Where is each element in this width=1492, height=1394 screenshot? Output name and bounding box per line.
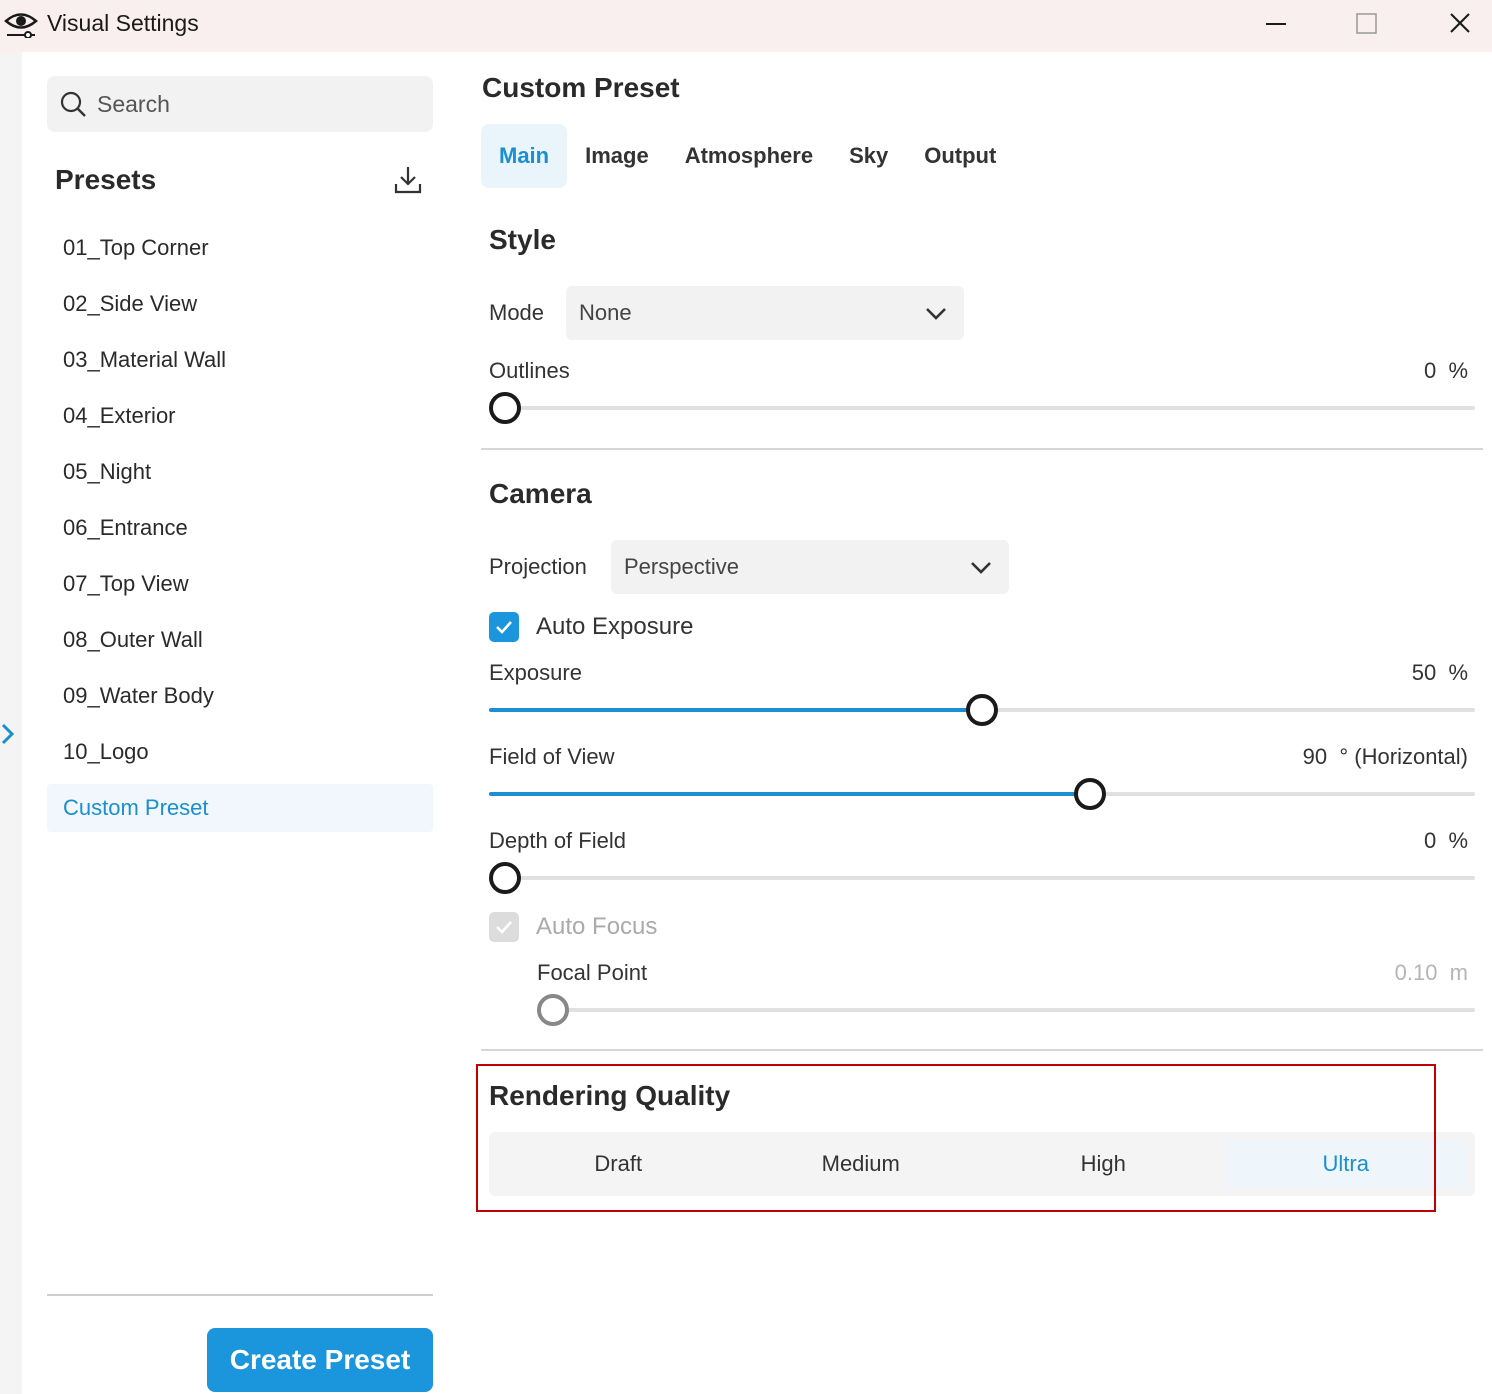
sidebar: Search Presets 01_Top Corner 02_Side Vie… bbox=[22, 52, 458, 1394]
highlight-outline bbox=[476, 1064, 1436, 1212]
preset-item[interactable]: 07_Top View bbox=[47, 556, 433, 612]
slider-handle[interactable] bbox=[1074, 778, 1107, 810]
tab-main[interactable]: Main bbox=[481, 124, 568, 188]
focal-number: 0.10 bbox=[1394, 960, 1438, 985]
fov-label: Field of View bbox=[489, 744, 615, 769]
slider-handle[interactable] bbox=[537, 994, 569, 1026]
tab-output[interactable]: Output bbox=[906, 124, 1014, 188]
maximize-icon[interactable] bbox=[1347, 6, 1387, 42]
chevron-down-icon bbox=[926, 308, 946, 320]
focal-unit: m bbox=[1449, 960, 1468, 985]
slider-handle[interactable] bbox=[489, 862, 521, 894]
settings-panel: Custom Preset Main Image Atmosphere Sky … bbox=[458, 52, 1492, 1394]
title-bar: Visual Settings bbox=[0, 0, 1492, 52]
outlines-label: Outlines bbox=[489, 358, 570, 383]
preset-item[interactable]: 03_Material Wall bbox=[47, 332, 433, 388]
mode-value: None bbox=[579, 300, 632, 325]
exposure-unit: % bbox=[1448, 660, 1468, 685]
tab-atmosphere[interactable]: Atmosphere bbox=[667, 124, 831, 188]
outlines-unit: % bbox=[1448, 358, 1468, 383]
chevron-right-icon[interactable] bbox=[0, 720, 16, 748]
slider-handle[interactable] bbox=[966, 694, 998, 726]
outlines-slider[interactable] bbox=[489, 392, 1475, 424]
chevron-down-icon bbox=[971, 562, 991, 574]
focal-point-label: Focal Point bbox=[537, 960, 648, 985]
auto-exposure-checkbox[interactable] bbox=[489, 612, 519, 642]
exposure-slider[interactable] bbox=[489, 694, 1475, 726]
dof-unit: % bbox=[1448, 828, 1468, 853]
section-divider bbox=[481, 1049, 1483, 1051]
panel-title: Custom Preset bbox=[482, 72, 680, 103]
preset-item[interactable]: 02_Side View bbox=[47, 276, 433, 332]
search-icon bbox=[60, 91, 86, 117]
download-icon[interactable] bbox=[392, 164, 424, 196]
window-title: Visual Settings bbox=[47, 10, 199, 36]
projection-label: Projection bbox=[489, 554, 587, 579]
check-icon bbox=[496, 621, 512, 634]
tab-sky[interactable]: Sky bbox=[831, 124, 906, 188]
exposure-number: 50 bbox=[1411, 660, 1437, 685]
check-icon bbox=[496, 921, 512, 934]
focal-point-slider[interactable] bbox=[537, 994, 1475, 1026]
dof-value: 0 % bbox=[1424, 828, 1468, 854]
exposure-value: 50 % bbox=[1412, 660, 1468, 686]
search-input[interactable]: Search bbox=[47, 76, 433, 132]
mode-label: Mode bbox=[489, 300, 545, 325]
create-preset-button[interactable]: Create Preset bbox=[207, 1328, 433, 1392]
tab-bar: Main Image Atmosphere Sky Output bbox=[481, 124, 1014, 188]
preset-item[interactable]: 04_Exterior bbox=[47, 388, 433, 444]
tab-image[interactable]: Image bbox=[567, 124, 667, 188]
preset-item[interactable]: 06_Entrance bbox=[47, 500, 433, 556]
dof-label: Depth of Field bbox=[489, 828, 626, 853]
dof-slider[interactable] bbox=[489, 862, 1475, 894]
mode-dropdown[interactable]: None bbox=[566, 286, 964, 340]
fov-number: 90 bbox=[1302, 744, 1328, 769]
eye-icon bbox=[4, 13, 38, 38]
dof-number: 0 bbox=[1423, 828, 1437, 853]
section-divider bbox=[481, 448, 1483, 450]
preset-item[interactable]: 05_Night bbox=[47, 444, 433, 500]
fov-slider[interactable] bbox=[489, 778, 1475, 810]
projection-dropdown[interactable]: Perspective bbox=[611, 540, 1009, 594]
fov-value: 90 ° (Horizontal) bbox=[1303, 744, 1468, 770]
divider bbox=[47, 1294, 433, 1296]
preset-item-selected[interactable]: Custom Preset bbox=[47, 784, 433, 832]
preset-list: 01_Top Corner 02_Side View 03_Material W… bbox=[47, 220, 433, 832]
projection-value: Perspective bbox=[624, 554, 739, 579]
preset-item[interactable]: 10_Logo bbox=[47, 724, 433, 780]
outlines-value: 0 % bbox=[1424, 358, 1468, 384]
style-heading: Style bbox=[489, 224, 556, 255]
preset-item[interactable]: 09_Water Body bbox=[47, 668, 433, 724]
fov-unit: ° (Horizontal) bbox=[1339, 744, 1468, 769]
focal-point-value: 0.10 m bbox=[1395, 960, 1468, 986]
preset-item[interactable]: 01_Top Corner bbox=[47, 220, 433, 276]
close-icon[interactable] bbox=[1440, 6, 1480, 42]
camera-heading: Camera bbox=[489, 478, 592, 509]
auto-focus-checkbox[interactable] bbox=[489, 912, 519, 942]
outlines-number: 0 bbox=[1423, 358, 1437, 383]
minimize-icon[interactable] bbox=[1256, 6, 1296, 42]
search-placeholder: Search bbox=[97, 91, 170, 117]
exposure-label: Exposure bbox=[489, 660, 582, 685]
preset-item[interactable]: 08_Outer Wall bbox=[47, 612, 433, 668]
presets-heading: Presets bbox=[55, 164, 157, 195]
auto-focus-label: Auto Focus bbox=[536, 913, 658, 940]
slider-handle[interactable] bbox=[489, 392, 521, 424]
auto-exposure-label: Auto Exposure bbox=[536, 613, 694, 640]
